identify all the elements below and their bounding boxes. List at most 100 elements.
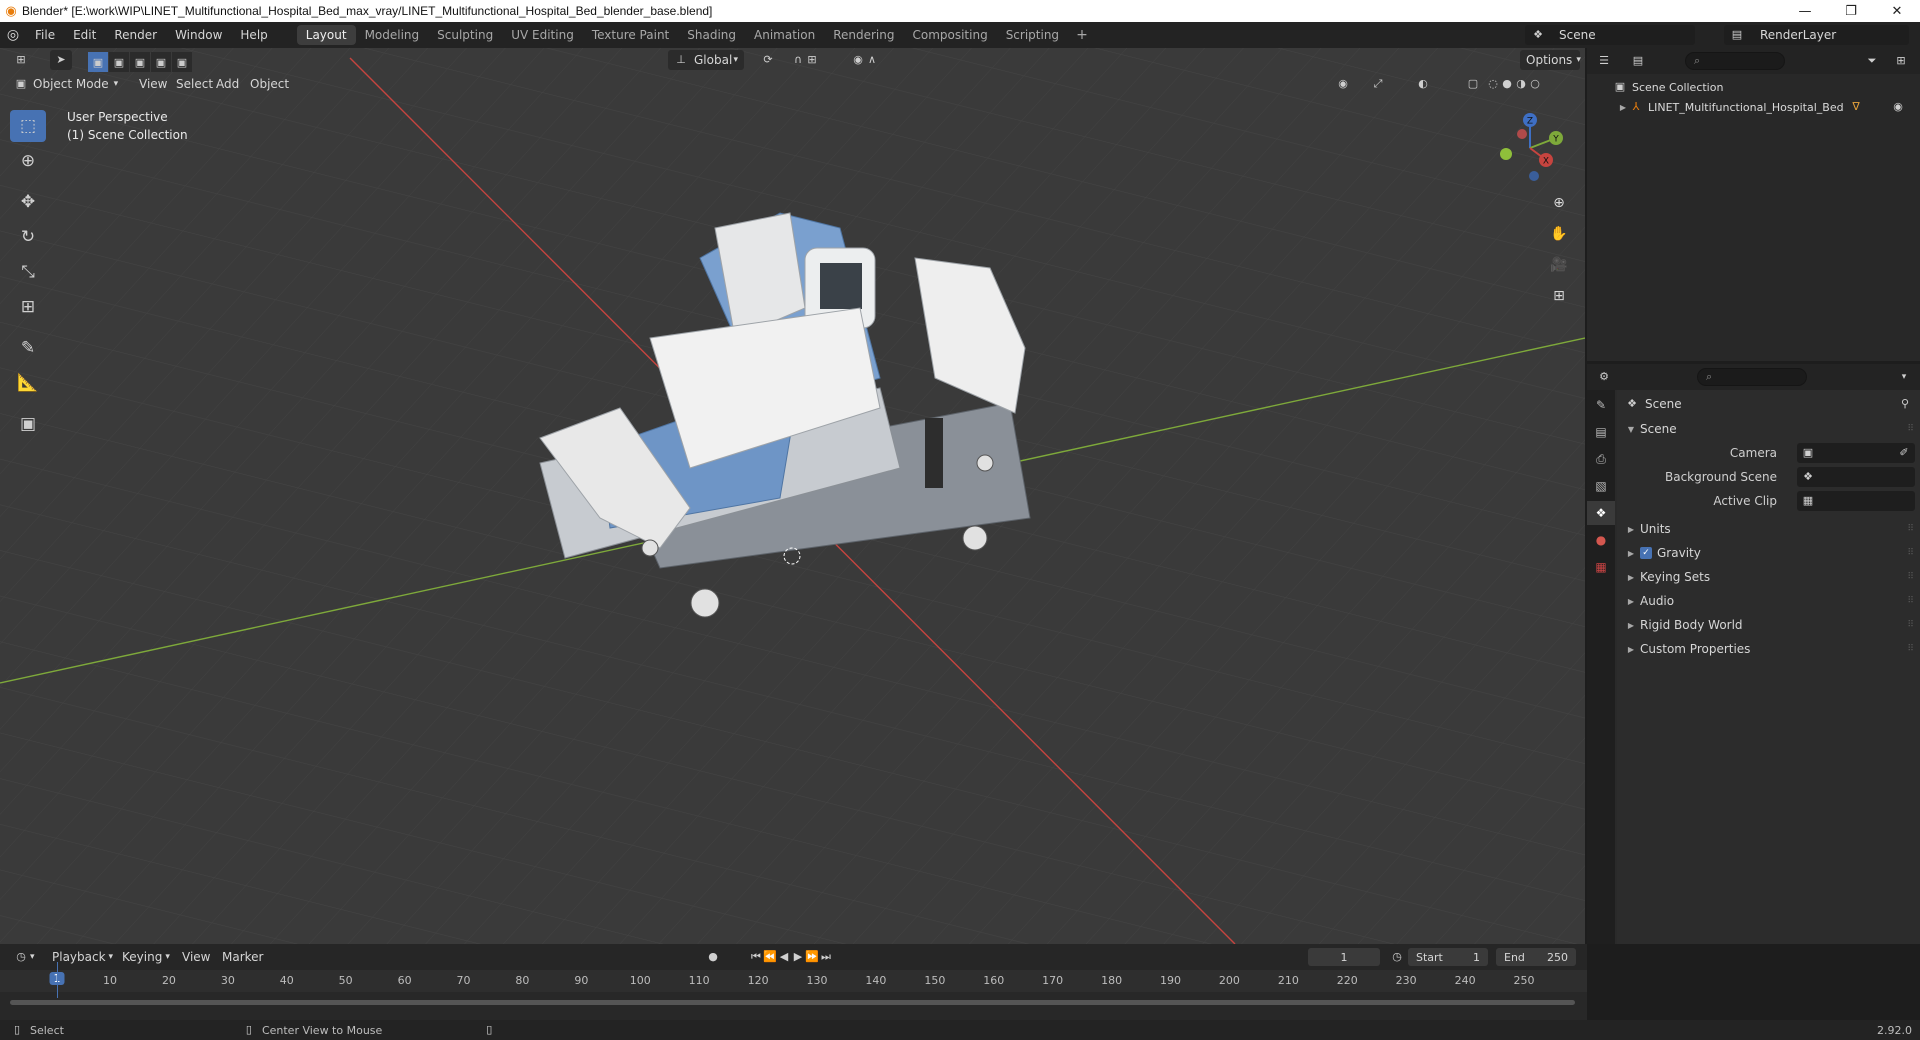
prev-keyframe-icon[interactable]: ⏪ bbox=[763, 950, 777, 964]
scene-tab-icon[interactable]: ❖ bbox=[1587, 501, 1615, 525]
menu-keying[interactable]: Keying ▾ bbox=[116, 947, 176, 967]
timeline-ruler[interactable]: 1102030405060708090100110120130140150160… bbox=[0, 970, 1587, 992]
transform-orientation-dropdown[interactable]: ⊥ Global ▾ bbox=[668, 50, 744, 70]
menu-object[interactable]: Object bbox=[244, 74, 295, 94]
select-tool-button[interactable]: ➤ bbox=[50, 50, 72, 70]
material-shading-icon[interactable]: ◑ bbox=[1514, 77, 1528, 91]
mode-dropdown[interactable]: ▣ Object Mode ▾ bbox=[8, 74, 124, 94]
measure-tool[interactable]: 📐 bbox=[10, 367, 46, 399]
tab-compositing[interactable]: Compositing bbox=[903, 25, 996, 45]
expand-arrow-icon[interactable]: ▶ bbox=[1625, 573, 1637, 582]
pivot-point-button[interactable]: ⟳ bbox=[755, 50, 781, 70]
collapse-arrow-icon[interactable]: ▼ bbox=[1625, 425, 1637, 434]
drag-grip-icon[interactable]: ⠿ bbox=[1907, 524, 1914, 534]
menu-file[interactable]: File bbox=[26, 22, 64, 48]
camera-view-icon[interactable]: 🎥 bbox=[1546, 252, 1572, 278]
properties-editor-type-icon[interactable]: ⚙ bbox=[1597, 370, 1611, 384]
menu-view[interactable]: View bbox=[133, 74, 173, 94]
expand-arrow-icon[interactable]: ▶ bbox=[1625, 621, 1637, 630]
drag-grip-icon[interactable]: ⠿ bbox=[1907, 596, 1914, 606]
outliner-root-row[interactable]: ▣ Scene Collection bbox=[1587, 77, 1920, 97]
scene-name[interactable]: Scene bbox=[1559, 28, 1596, 42]
render-layer-selector[interactable]: ▤ RenderLayer bbox=[1724, 25, 1909, 45]
rendered-shading-icon[interactable]: ○ bbox=[1528, 77, 1542, 91]
scene-selector[interactable]: ❖ Scene bbox=[1525, 25, 1695, 45]
end-frame-field[interactable]: End 250 bbox=[1496, 948, 1576, 966]
shading-modes[interactable]: ◌ ● ◑ ○ bbox=[1480, 74, 1548, 94]
zoom-icon[interactable]: ⊕ bbox=[1546, 190, 1572, 216]
perspective-toggle-icon[interactable]: ⊞ bbox=[1546, 283, 1572, 309]
gravity-panel-header[interactable]: ▶ ✓ Gravity ⠿ bbox=[1617, 542, 1920, 564]
output-tab-icon[interactable]: ⎙ bbox=[1587, 447, 1615, 471]
chevron-down-icon[interactable]: ▾ bbox=[1897, 370, 1911, 384]
render-tab-icon[interactable]: ▤ bbox=[1587, 420, 1615, 444]
audio-panel-header[interactable]: ▶ Audio ⠿ bbox=[1617, 590, 1920, 612]
tab-layout[interactable]: Layout bbox=[296, 25, 356, 45]
timeline-editor-type-button[interactable]: ◷ ▾ bbox=[8, 947, 41, 967]
visibility-toggle[interactable]: ◉ bbox=[1330, 74, 1356, 94]
camera-field[interactable]: ▣ ✐ bbox=[1797, 443, 1915, 463]
solid-shading-icon[interactable]: ● bbox=[1500, 77, 1514, 91]
stopwatch-icon[interactable]: ◷ bbox=[1390, 950, 1404, 964]
overlay-toggle[interactable]: ◐ bbox=[1410, 74, 1436, 94]
tab-modeling[interactable]: Modeling bbox=[356, 25, 429, 45]
scene-panel-header[interactable]: ▼ Scene ⠿ bbox=[1617, 418, 1920, 440]
navigation-gizmo[interactable]: Z Y X bbox=[1490, 108, 1570, 188]
tab-shading[interactable]: Shading bbox=[678, 25, 745, 45]
expand-arrow-icon[interactable]: ▶ bbox=[1625, 549, 1637, 558]
drag-grip-icon[interactable]: ⠿ bbox=[1907, 424, 1914, 434]
tab-scripting[interactable]: Scripting bbox=[997, 25, 1068, 45]
expand-arrow-icon[interactable]: ▶ bbox=[1625, 645, 1637, 654]
add-cube-tool[interactable]: ▣ bbox=[10, 408, 46, 440]
editor-type-button[interactable]: ⊞ bbox=[8, 50, 34, 70]
keying-sets-panel-header[interactable]: ▶ Keying Sets ⠿ bbox=[1617, 566, 1920, 588]
gizmo-toggle[interactable]: ⤢ bbox=[1365, 74, 1391, 94]
cursor-tool[interactable]: ⊕ bbox=[10, 145, 46, 177]
current-frame-field[interactable]: 1 bbox=[1308, 948, 1380, 966]
custom-properties-panel-header[interactable]: ▶ Custom Properties ⠿ bbox=[1617, 638, 1920, 660]
select-intersect-icon[interactable]: ▣ bbox=[172, 52, 192, 72]
next-keyframe-icon[interactable]: ⏩ bbox=[805, 950, 819, 964]
move-tool[interactable]: ✥ bbox=[10, 186, 46, 218]
jump-end-icon[interactable]: ⏭ bbox=[819, 950, 833, 964]
rotate-tool[interactable]: ↻ bbox=[10, 221, 46, 253]
drag-grip-icon[interactable]: ⠿ bbox=[1907, 548, 1914, 558]
tab-sculpting[interactable]: Sculpting bbox=[428, 25, 502, 45]
add-workspace-button[interactable]: + bbox=[1068, 27, 1096, 43]
units-panel-header[interactable]: ▶ Units ⠿ bbox=[1617, 518, 1920, 540]
transform-tool[interactable]: ⊞ bbox=[10, 291, 46, 323]
blender-menu-icon[interactable]: ◎ bbox=[0, 27, 26, 43]
gravity-checkbox[interactable]: ✓ bbox=[1640, 547, 1652, 559]
outliner-search-input[interactable]: ⌕ bbox=[1685, 52, 1785, 70]
new-collection-icon[interactable]: ⊞ bbox=[1894, 54, 1908, 68]
tab-uv-editing[interactable]: UV Editing bbox=[502, 25, 583, 45]
play-icon[interactable]: ▶ bbox=[791, 950, 805, 964]
drag-grip-icon[interactable]: ⠿ bbox=[1907, 572, 1914, 582]
snap-toggle[interactable]: ∩ ⊞ bbox=[785, 50, 825, 70]
close-button[interactable]: ✕ bbox=[1874, 0, 1920, 22]
menu-render[interactable]: Render bbox=[105, 22, 166, 48]
render-layer-name[interactable]: RenderLayer bbox=[1760, 28, 1836, 42]
drag-grip-icon[interactable]: ⠿ bbox=[1907, 644, 1914, 654]
restore-button[interactable]: ❐ bbox=[1828, 0, 1874, 22]
auto-keying-toggle[interactable]: ● bbox=[700, 947, 726, 967]
select-extend-icon[interactable]: ▣ bbox=[109, 52, 129, 72]
start-frame-field[interactable]: Start 1 bbox=[1408, 948, 1488, 966]
menu-help[interactable]: Help bbox=[231, 22, 276, 48]
menu-edit[interactable]: Edit bbox=[64, 22, 105, 48]
active-clip-field[interactable]: ▦ bbox=[1797, 491, 1915, 511]
rigid-body-world-panel-header[interactable]: ▶ Rigid Body World ⠿ bbox=[1617, 614, 1920, 636]
wireframe-shading-icon[interactable]: ◌ bbox=[1486, 77, 1500, 91]
jump-start-icon[interactable]: ⏮ bbox=[749, 950, 763, 964]
timeline-scrollbar[interactable] bbox=[10, 1000, 1575, 1005]
properties-search-input[interactable]: ⌕ bbox=[1697, 368, 1807, 386]
outliner-editor-type-icon[interactable]: ☰ bbox=[1597, 54, 1611, 68]
menu-timeline-view[interactable]: View bbox=[176, 947, 216, 967]
menu-marker[interactable]: Marker bbox=[216, 947, 269, 967]
scale-tool[interactable]: ⤡ bbox=[10, 256, 46, 288]
play-reverse-icon[interactable]: ◀ bbox=[777, 950, 791, 964]
view-layer-tab-icon[interactable]: ▧ bbox=[1587, 474, 1615, 498]
outliner-item[interactable]: ▶ ⅄ LINET_Multifunctional_Hospital_Bed ∇… bbox=[1587, 97, 1920, 117]
eyedropper-icon[interactable]: ✐ bbox=[1897, 446, 1911, 460]
options-dropdown[interactable]: Options ▾ bbox=[1520, 50, 1581, 70]
